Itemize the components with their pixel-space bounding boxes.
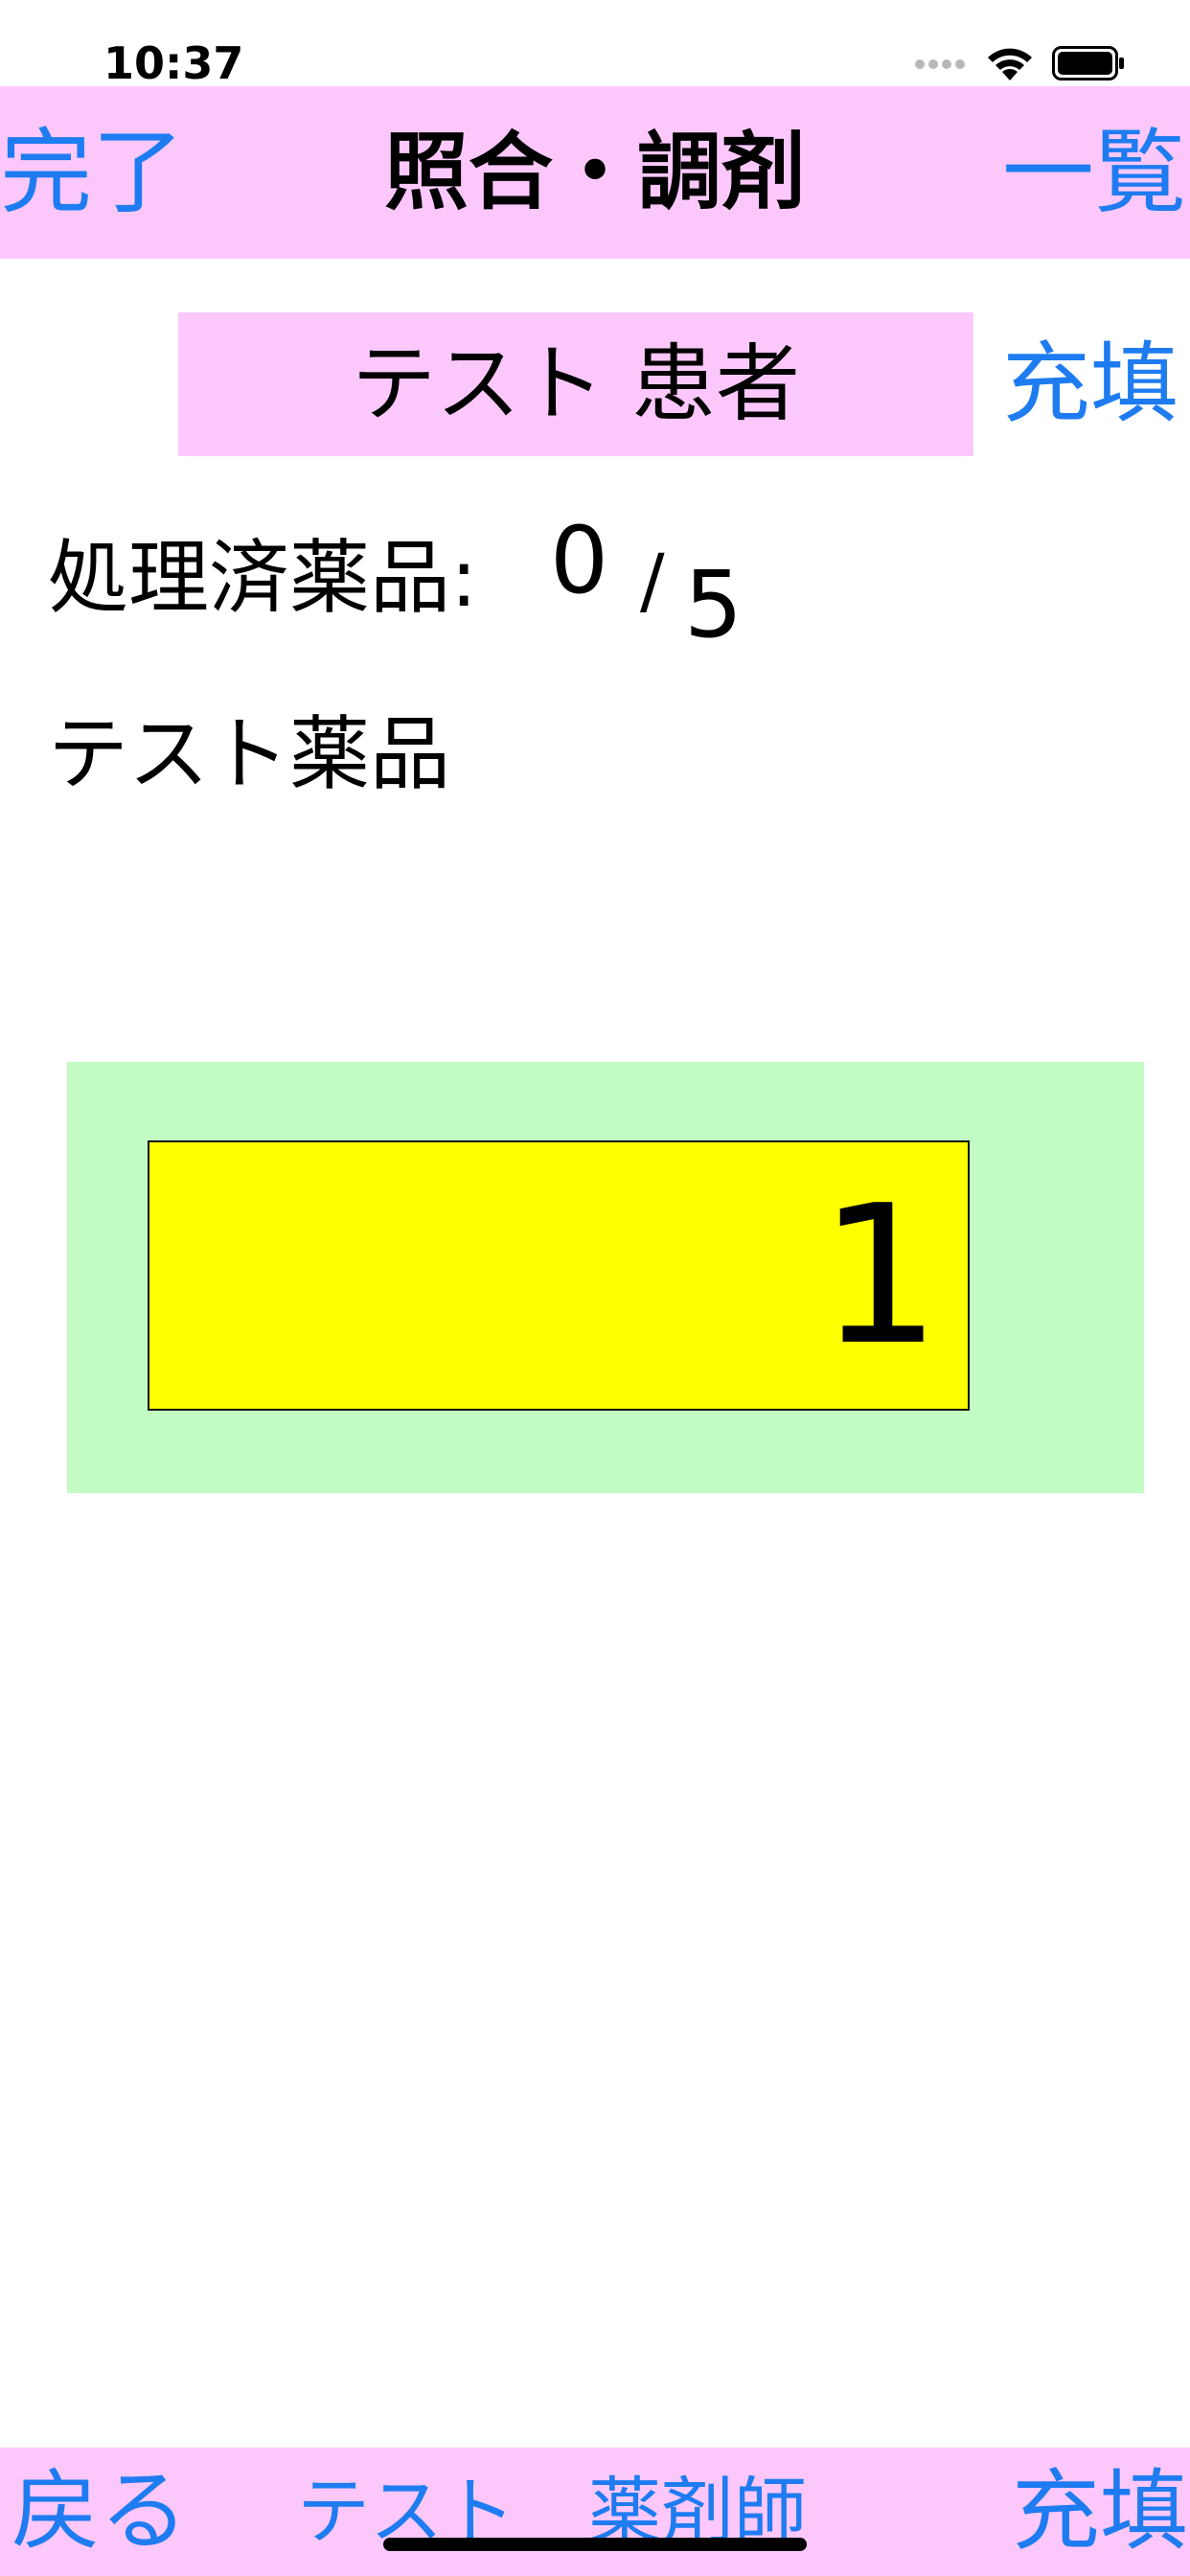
quantity-panel: 1 (67, 1062, 1144, 1493)
processed-separator: / (640, 538, 665, 623)
wifi-icon (985, 44, 1035, 82)
pharmacist-name[interactable]: テスト 薬剤師 (297, 2448, 807, 2576)
patient-name: テスト 患者 (178, 312, 973, 456)
processed-label: 処理済薬品: (48, 531, 478, 625)
battery-icon (1052, 46, 1127, 80)
list-button[interactable]: 一覧 (1002, 86, 1186, 259)
home-indicator (383, 2538, 807, 2551)
processed-count: 0 (550, 507, 609, 614)
status-time: 10:37 (103, 37, 244, 89)
processed-total: 5 (684, 551, 744, 658)
nav-bar: 照合・調剤 完了 一覧 (0, 86, 1190, 259)
signal-icon (915, 59, 971, 73)
fill-button[interactable]: 充填 (1012, 2448, 1188, 2576)
back-button[interactable]: 戻る (11, 2448, 188, 2576)
fill-link-button[interactable]: 充填 (1002, 312, 1179, 456)
drug-name: テスト薬品 (48, 707, 451, 801)
done-button[interactable]: 完了 (0, 86, 184, 259)
quantity-field[interactable]: 1 (148, 1140, 970, 1411)
bottom-toolbar: 戻る テスト 薬剤師 充填 (0, 2448, 1190, 2576)
